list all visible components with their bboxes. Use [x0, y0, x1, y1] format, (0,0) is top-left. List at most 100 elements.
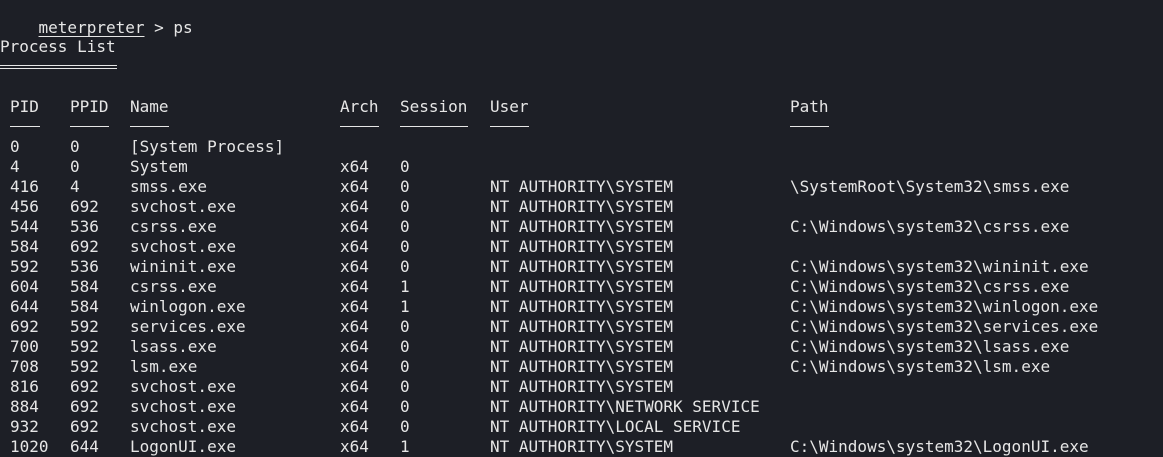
- cell-arch: x64: [340, 377, 369, 396]
- cell-user: NT AUTHORITY\SYSTEM: [490, 177, 674, 196]
- cell-user: NT AUTHORITY\SYSTEM: [490, 337, 674, 356]
- cell-session: 1: [400, 277, 410, 296]
- cell-ppid: 584: [70, 277, 99, 296]
- cell-arch: x64: [340, 257, 369, 276]
- cell-pid: 700: [10, 337, 39, 356]
- cell-name: System: [130, 157, 188, 176]
- cell-name: LogonUI.exe: [130, 437, 236, 456]
- cell-path: C:\Windows\system32\csrss.exe: [790, 277, 1070, 296]
- cell-name: svchost.exe: [130, 417, 236, 436]
- cell-path: C:\Windows\system32\lsass.exe: [790, 337, 1070, 356]
- cell-user: NT AUTHORITY\SYSTEM: [490, 377, 674, 396]
- column-header-session: Session: [400, 97, 468, 116]
- cell-session: 0: [400, 197, 410, 216]
- cell-session: 0: [400, 337, 410, 356]
- cell-path: \SystemRoot\System32\smss.exe: [790, 177, 1070, 196]
- cell-path: C:\Windows\system32\csrss.exe: [790, 217, 1070, 236]
- cell-arch: x64: [340, 277, 369, 296]
- column-header-underline-path: [790, 126, 830, 127]
- cell-pid: 708: [10, 357, 39, 376]
- column-header-pid: PID: [10, 97, 39, 116]
- cell-arch: x64: [340, 317, 369, 336]
- cell-session: 0: [400, 217, 410, 236]
- cell-arch: x64: [340, 157, 369, 176]
- cell-pid: 816: [10, 377, 39, 396]
- cell-user: NT AUTHORITY\SYSTEM: [490, 277, 674, 296]
- terminal-window[interactable]: meterpreter > ps Process List PID PPID Nam…: [0, 0, 1163, 457]
- cell-pid: 932: [10, 417, 39, 436]
- cell-user: NT AUTHORITY\SYSTEM: [490, 197, 674, 216]
- cell-name: wininit.exe: [130, 257, 236, 276]
- column-header-user: User: [490, 97, 529, 116]
- cell-arch: x64: [340, 437, 369, 456]
- cell-ppid: 692: [70, 377, 99, 396]
- cell-path: C:\Windows\system32\services.exe: [790, 317, 1099, 336]
- cell-session: 0: [400, 397, 410, 416]
- column-header-underline-ppid: [70, 126, 110, 127]
- cell-user: NT AUTHORITY\SYSTEM: [490, 237, 674, 256]
- prompt-line: meterpreter > ps: [0, 0, 193, 37]
- cell-path: C:\Windows\system32\LogonUI.exe: [790, 437, 1089, 456]
- cell-user: NT AUTHORITY\SYSTEM: [490, 217, 674, 236]
- column-header-underline-pid: [10, 126, 40, 127]
- column-header-name: Name: [130, 97, 169, 116]
- cell-user: NT AUTHORITY\NETWORK SERVICE: [490, 397, 760, 416]
- column-header-ppid: PPID: [70, 97, 109, 116]
- cell-pid: 0: [10, 137, 20, 156]
- cell-pid: 592: [10, 257, 39, 276]
- cell-name: svchost.exe: [130, 237, 236, 256]
- cell-pid: 604: [10, 277, 39, 296]
- cell-ppid: 4: [70, 177, 80, 196]
- cell-user: NT AUTHORITY\SYSTEM: [490, 437, 674, 456]
- column-header-arch: Arch: [340, 97, 379, 116]
- cell-pid: 544: [10, 217, 39, 236]
- cell-name: svchost.exe: [130, 197, 236, 216]
- cell-ppid: 584: [70, 297, 99, 316]
- cell-session: 0: [400, 237, 410, 256]
- cell-user: NT AUTHORITY\SYSTEM: [490, 257, 674, 276]
- cell-pid: 692: [10, 317, 39, 336]
- cell-pid: 456: [10, 197, 39, 216]
- cell-session: 0: [400, 377, 410, 396]
- cell-arch: x64: [340, 197, 369, 216]
- cell-user: NT AUTHORITY\SYSTEM: [490, 317, 674, 336]
- cell-ppid: 592: [70, 357, 99, 376]
- cell-pid: 4: [10, 157, 20, 176]
- cell-path: C:\Windows\system32\winlogon.exe: [790, 297, 1099, 316]
- cell-ppid: 692: [70, 237, 99, 256]
- section-title-underline: [0, 65, 117, 69]
- cell-arch: x64: [340, 337, 369, 356]
- section-title: Process List: [0, 37, 116, 56]
- column-header-path: Path: [790, 97, 829, 116]
- cell-path: C:\Windows\system32\wininit.exe: [790, 257, 1089, 276]
- cell-arch: x64: [340, 357, 369, 376]
- cell-pid: 884: [10, 397, 39, 416]
- cell-pid: 1020: [10, 437, 49, 456]
- prompt-separator: >: [144, 18, 174, 37]
- cell-ppid: 0: [70, 157, 80, 176]
- cell-name: lsass.exe: [130, 337, 217, 356]
- cell-ppid: 592: [70, 317, 99, 336]
- cell-pid: 416: [10, 177, 39, 196]
- cell-path: C:\Windows\system32\lsm.exe: [790, 357, 1051, 376]
- cell-arch: x64: [340, 397, 369, 416]
- cell-session: 1: [400, 437, 410, 456]
- cell-ppid: 536: [70, 257, 99, 276]
- cell-user: NT AUTHORITY\LOCAL SERVICE: [490, 417, 741, 436]
- cell-user: NT AUTHORITY\SYSTEM: [490, 297, 674, 316]
- cell-session: 0: [400, 357, 410, 376]
- cell-name: smss.exe: [130, 177, 208, 196]
- cell-name: csrss.exe: [130, 277, 217, 296]
- cell-name: winlogon.exe: [130, 297, 246, 316]
- cell-pid: 644: [10, 297, 39, 316]
- cell-name: services.exe: [130, 317, 246, 336]
- cell-name: svchost.exe: [130, 397, 236, 416]
- prompt-label: meterpreter: [38, 18, 145, 37]
- cell-ppid: 536: [70, 217, 99, 236]
- cell-session: 0: [400, 177, 410, 196]
- cell-ppid: 692: [70, 397, 99, 416]
- cell-ppid: 592: [70, 337, 99, 356]
- cell-arch: x64: [340, 217, 369, 236]
- prompt-command: ps: [173, 18, 193, 37]
- cell-ppid: 644: [70, 437, 99, 456]
